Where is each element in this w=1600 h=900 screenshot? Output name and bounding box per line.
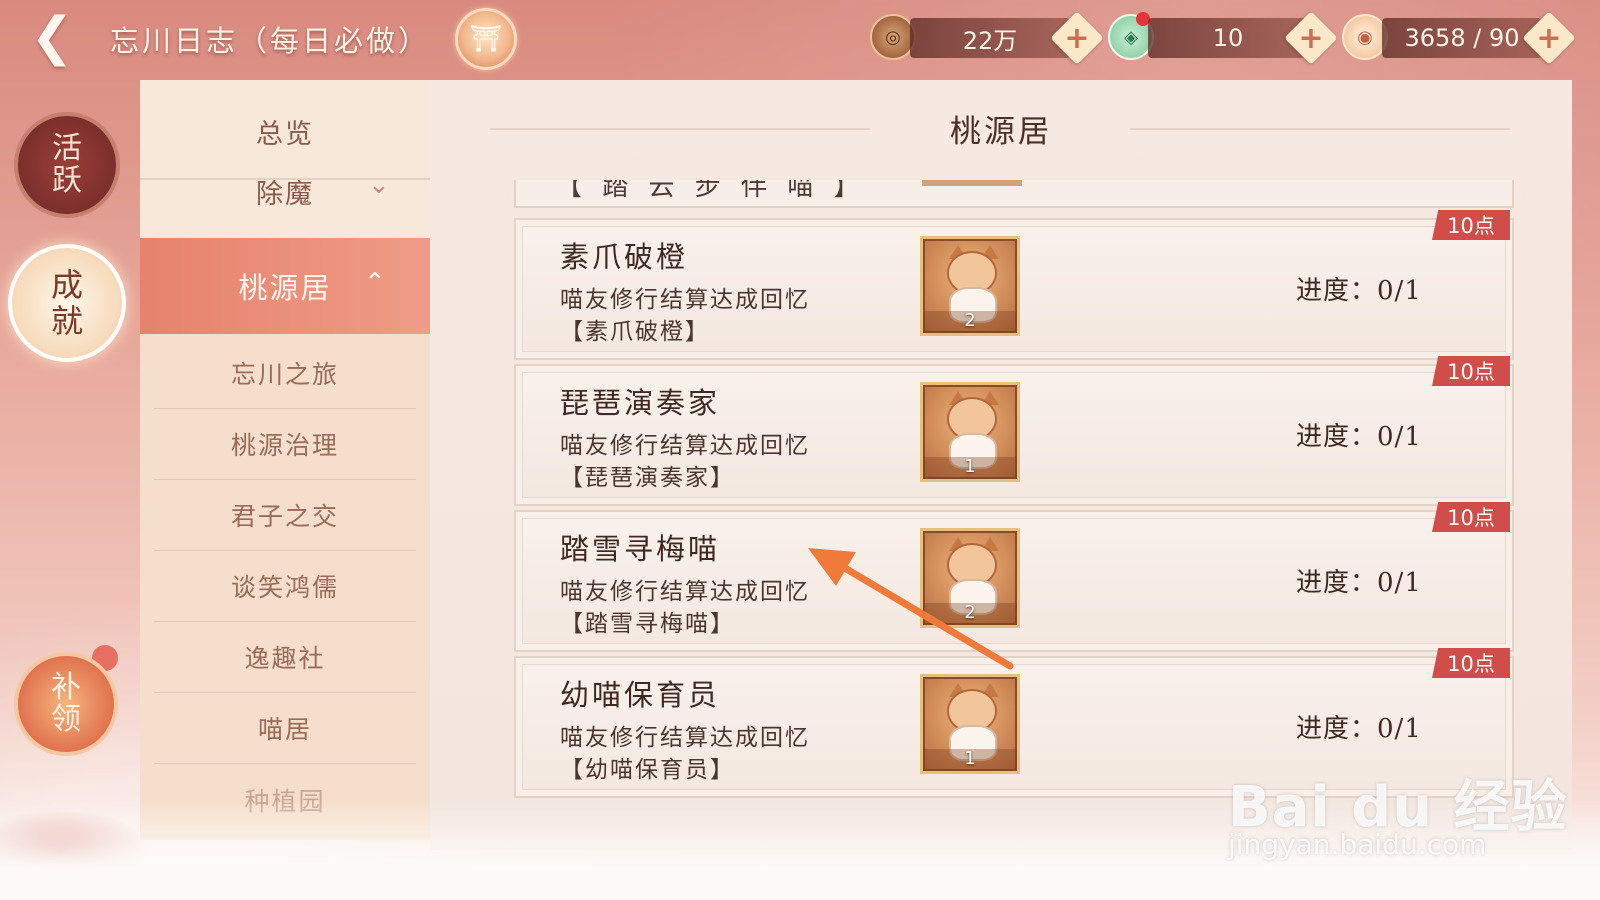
- nav-top-section: [140, 80, 430, 238]
- reward-count: 1: [964, 456, 976, 477]
- task-description: 喵友修行结算达成回忆: [560, 433, 810, 459]
- clipped-task-text: 【 踏 云 步 伴 喵 】: [556, 180, 866, 202]
- tab-active-label: 活跃: [52, 131, 82, 198]
- progress-label: 进度：: [1296, 568, 1378, 598]
- task-name: 琵琶演奏家: [560, 386, 721, 420]
- progress-value: 0/1: [1377, 276, 1422, 306]
- points-badge: 10点: [1432, 210, 1510, 240]
- progress-label: 进度：: [1296, 714, 1378, 744]
- task-target: 【琵琶演奏家】: [560, 465, 735, 491]
- chevron-down-icon[interactable]: ⌄: [368, 170, 390, 200]
- task-card[interactable]: 琵琶演奏家 喵友修行结算达成回忆 【琵琶演奏家】 1 进度：0/1 10点: [514, 356, 1514, 506]
- clipped-task-row: 【 踏 云 步 伴 喵 】: [514, 180, 1514, 208]
- pavilion-emblem-icon: ⛩: [455, 8, 517, 70]
- add-jade-button[interactable]: +: [1284, 11, 1338, 65]
- food-counter: 3658 / 90: [1382, 18, 1542, 58]
- cat-reward-icon[interactable]: 2: [920, 236, 1020, 336]
- task-progress: 进度：0/1: [1296, 708, 1422, 745]
- add-coin-button[interactable]: +: [1050, 11, 1104, 65]
- watermark-url: jingyan.baidu.com: [1228, 828, 1487, 861]
- task-card[interactable]: 踏雪寻梅喵 喵友修行结算达成回忆 【踏雪寻梅喵】 2 进度：0/1 10点: [514, 502, 1514, 652]
- add-food-button[interactable]: +: [1522, 11, 1576, 65]
- tab-claim[interactable]: 补领: [14, 652, 118, 756]
- top-bar: ❮ 忘川日志（每日必做） ⛩ ◎ 22万 + ◈ 10 + ◉ 3658 / 9…: [0, 0, 1600, 80]
- nav-sub-item[interactable]: 逸趣社: [154, 622, 416, 693]
- clipped-reward-edge: [922, 180, 1022, 186]
- task-name: 踏雪寻梅喵: [560, 532, 721, 566]
- reward-count: 1: [964, 748, 976, 769]
- tab-achievement-label: 成就: [51, 266, 84, 340]
- nav-exorcism-label: 除魔: [256, 179, 314, 208]
- page-title: 忘川日志（每日必做）: [110, 24, 431, 58]
- task-target: 【幼喵保育员】: [560, 757, 735, 783]
- reward-count: 2: [964, 602, 976, 623]
- progress-label: 进度：: [1296, 422, 1378, 452]
- nav-sub-item[interactable]: 忘川之旅: [154, 338, 416, 409]
- nav-sub-item[interactable]: 谈笑鸿儒: [154, 551, 416, 622]
- task-progress: 进度：0/1: [1296, 416, 1422, 453]
- task-progress: 进度：0/1: [1296, 270, 1422, 307]
- nav-sub-item[interactable]: 桃源治理: [154, 409, 416, 480]
- progress-value: 0/1: [1377, 714, 1422, 744]
- cat-reward-icon[interactable]: 2: [920, 528, 1020, 628]
- points-badge: 10点: [1432, 502, 1510, 532]
- tab-active[interactable]: 活跃: [14, 112, 120, 218]
- task-description: 喵友修行结算达成回忆: [560, 287, 810, 313]
- progress-value: 0/1: [1377, 568, 1422, 598]
- points-badge: 10点: [1432, 356, 1510, 386]
- task-description: 喵友修行结算达成回忆: [560, 725, 810, 751]
- tab-claim-label: 补领: [51, 670, 81, 737]
- task-card[interactable]: 素爪破橙 喵友修行结算达成回忆 【素爪破橙】 2 进度：0/1 10点: [514, 210, 1514, 360]
- back-arrow-icon[interactable]: ❮: [22, 7, 82, 67]
- task-panel: 桃源居 【 踏 云 步 伴 喵 】 素爪破橙 喵友修行结算达成回忆 【素爪破橙】…: [430, 80, 1572, 850]
- nav-sub-item[interactable]: 喵居: [154, 693, 416, 764]
- task-target: 【踏雪寻梅喵】: [560, 611, 735, 637]
- task-name: 幼喵保育员: [560, 678, 721, 712]
- cat-reward-icon[interactable]: 1: [920, 674, 1020, 774]
- panel-title: 桃源居: [950, 114, 1052, 150]
- nav-sub-item[interactable]: 君子之交: [154, 480, 416, 551]
- tab-achievement[interactable]: 成就: [8, 244, 126, 362]
- task-description: 喵友修行结算达成回忆: [560, 579, 810, 605]
- nav-overview[interactable]: 总览: [140, 112, 430, 151]
- points-badge: 10点: [1432, 648, 1510, 678]
- cat-reward-icon[interactable]: 1: [920, 382, 1020, 482]
- nav-sub-list: 忘川之旅 桃源治理 君子之交 谈笑鸿儒 逸趣社 喵居 种植园: [154, 338, 416, 835]
- task-target: 【素爪破橙】: [560, 319, 710, 345]
- nav-selected-label: 桃源居: [238, 271, 332, 305]
- coin-counter: 22万: [910, 18, 1070, 58]
- task-name: 素爪破橙: [560, 240, 689, 274]
- reward-count: 2: [964, 310, 976, 331]
- progress-value: 0/1: [1377, 422, 1422, 452]
- baidu-watermark: Bai du 经验 jingyan.baidu.com: [1228, 762, 1568, 861]
- task-progress: 进度：0/1: [1296, 562, 1422, 599]
- progress-label: 进度：: [1296, 276, 1378, 306]
- chevron-up-icon[interactable]: ⌃: [364, 268, 388, 298]
- nav-taoyuanju[interactable]: 桃源居 ⌃: [140, 238, 430, 334]
- category-nav: 总览 除魔 ⌄ 桃源居 ⌃ 忘川之旅 桃源治理 君子之交 谈笑鸿儒 逸趣社 喵居…: [140, 80, 430, 840]
- jade-counter: 10: [1148, 18, 1308, 58]
